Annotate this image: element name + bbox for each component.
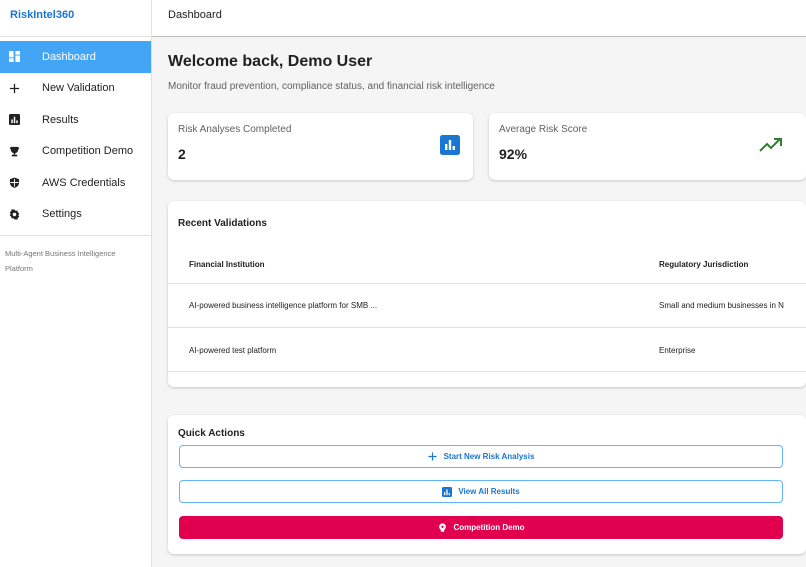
- column-header-institution[interactable]: Financial Institution: [189, 260, 265, 269]
- section-title: Recent Validations: [178, 218, 267, 229]
- table-cell: Enterprise: [659, 346, 696, 355]
- competition-demo-button[interactable]: Competition Demo: [179, 516, 783, 539]
- sidebar-item-dashboard[interactable]: Dashboard: [0, 41, 151, 73]
- sidebar-item-new-validation[interactable]: New Validation: [0, 73, 151, 105]
- sidebar: RiskIntel360 Dashboard New Validation Re…: [0, 0, 152, 567]
- sidebar-item-label: Dashboard: [42, 50, 96, 63]
- brand-logo[interactable]: RiskIntel360: [0, 0, 151, 37]
- button-label: Start New Risk Analysis: [443, 452, 535, 461]
- sidebar-item-label: AWS Credentials: [42, 176, 126, 189]
- sidebar-item-results[interactable]: Results: [0, 104, 151, 136]
- table-divider: [168, 371, 806, 372]
- stat-value: 92%: [499, 146, 528, 162]
- column-header-jurisdiction[interactable]: Regulatory Jurisdiction: [659, 260, 748, 269]
- recent-validations-card: Recent Validations Financial Institution…: [168, 201, 806, 387]
- sidebar-item-competition-demo[interactable]: Competition Demo: [0, 136, 151, 168]
- sidebar-item-settings[interactable]: Settings: [0, 199, 151, 231]
- stat-card-analyses: Risk Analyses Completed 2: [168, 113, 473, 180]
- section-title: Quick Actions: [178, 428, 245, 439]
- sidebar-item-label: Results: [42, 113, 79, 126]
- start-new-risk-analysis-button[interactable]: Start New Risk Analysis: [179, 445, 783, 468]
- bar-chart-icon: [440, 135, 460, 160]
- stat-card-risk-score: Average Risk Score 92%: [489, 113, 806, 180]
- sidebar-tagline: Multi-Agent Business Intelligence Platfo…: [5, 249, 116, 273]
- sidebar-item-label: Competition Demo: [42, 145, 134, 158]
- trophy-icon: [8, 145, 20, 157]
- trending-up-icon: [759, 137, 783, 158]
- stat-value: 2: [178, 146, 186, 162]
- view-all-results-button[interactable]: View All Results: [179, 480, 783, 503]
- table-cell: AI-powered test platform: [189, 346, 277, 355]
- bar-chart-icon: [442, 486, 453, 497]
- plus-icon: [8, 82, 20, 94]
- shield-icon: [8, 177, 20, 189]
- app-bar: Dashboard: [152, 0, 806, 37]
- app-root: RiskIntel360 Dashboard New Validation Re…: [0, 0, 806, 567]
- sidebar-item-label: Settings: [42, 208, 82, 221]
- stat-label: Average Risk Score: [499, 124, 588, 135]
- gear-icon: [8, 208, 20, 220]
- dashboard-icon: [8, 51, 20, 63]
- welcome-subtitle: Monitor fraud prevention, compliance sta…: [168, 81, 495, 92]
- button-label: Competition Demo: [453, 523, 525, 532]
- quick-actions-card: Quick Actions Start New Risk Analysis Vi…: [168, 415, 806, 554]
- button-label: View All Results: [458, 487, 520, 496]
- stat-label: Risk Analyses Completed: [178, 124, 292, 135]
- bar-chart-icon: [8, 114, 20, 126]
- main-content: Welcome back, Demo User Monitor fraud pr…: [152, 37, 806, 567]
- table-cell: AI-powered business intelligence platfor…: [189, 301, 378, 310]
- sidebar-nav: Dashboard New Validation Results Competi…: [0, 37, 151, 230]
- lightbulb-icon: [437, 522, 447, 533]
- table-cell: Small and medium businesses in N: [659, 301, 784, 310]
- sidebar-item-aws-credentials[interactable]: AWS Credentials: [0, 167, 151, 199]
- plus-icon: [428, 452, 438, 462]
- sidebar-item-label: New Validation: [42, 82, 115, 95]
- welcome-heading: Welcome back, Demo User: [168, 53, 373, 70]
- page-title: Dashboard: [168, 9, 222, 21]
